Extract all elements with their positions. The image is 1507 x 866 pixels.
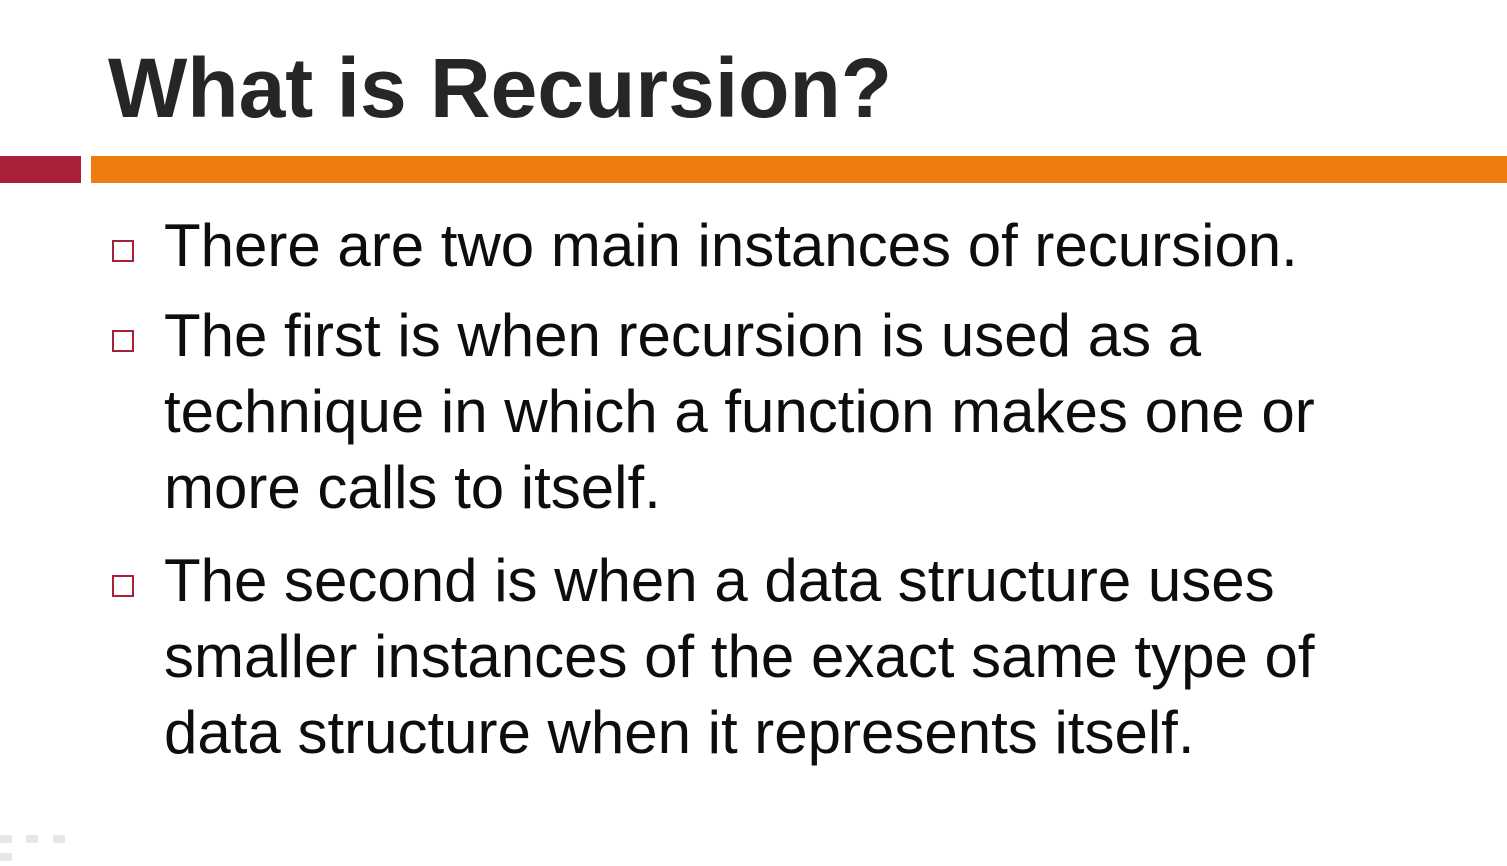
hollow-square-bullet-icon	[112, 575, 134, 597]
nav-prev-icon[interactable]	[0, 835, 12, 843]
slide-nav-controls	[0, 830, 100, 861]
hollow-square-bullet-icon	[112, 240, 134, 262]
bullet-text: There are two main instances of recursio…	[164, 212, 1298, 279]
bullet-text: The second is when a data structure uses…	[164, 547, 1315, 766]
hollow-square-bullet-icon	[112, 330, 134, 352]
bullet-text: The first is when recursion is used as a…	[164, 302, 1315, 521]
slide: What is Recursion? There are two main in…	[0, 0, 1507, 861]
nav-edit-icon[interactable]	[26, 835, 39, 843]
bullet-list: There are two main instances of recursio…	[0, 0, 1507, 843]
nav-next-icon[interactable]	[0, 853, 12, 861]
nav-menu-icon[interactable]	[52, 835, 65, 843]
